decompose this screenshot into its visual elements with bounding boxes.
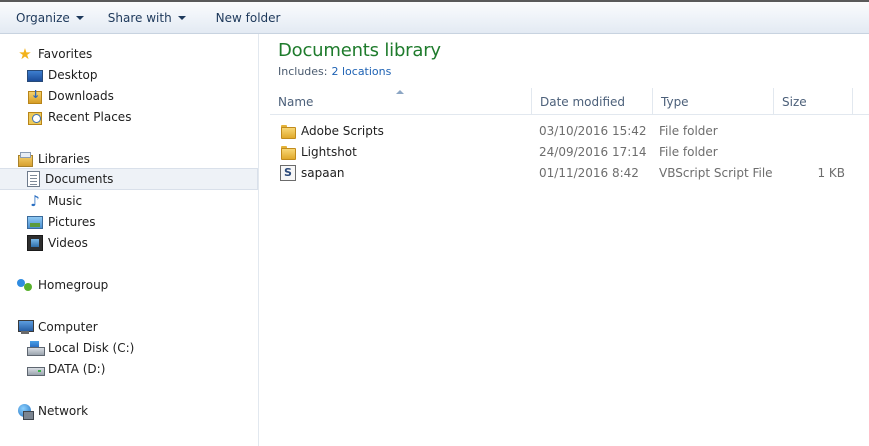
homegroup-icon	[17, 277, 33, 293]
libraries-icon	[17, 151, 33, 167]
nav-item-label: Recent Places	[48, 109, 132, 124]
column-header-type[interactable]: Type	[653, 88, 774, 115]
column-header-row: Name Date modified Type Size	[270, 88, 869, 115]
nav-item-videos[interactable]: Videos	[27, 232, 88, 253]
nav-item-label: Videos	[48, 235, 88, 250]
locations-link[interactable]: 2 locations	[331, 65, 391, 78]
nav-item-label: Documents	[45, 172, 114, 186]
column-type-label: Type	[661, 94, 689, 109]
network-icon	[17, 403, 34, 420]
file-name: Adobe Scripts	[301, 123, 384, 138]
new-folder-button[interactable]: New folder	[206, 5, 291, 31]
nav-computer[interactable]: Computer	[17, 316, 98, 337]
column-date-label: Date modified	[540, 94, 626, 109]
column-header-date-modified[interactable]: Date modified	[532, 88, 653, 115]
nav-item-label: Local Disk (C:)	[48, 340, 135, 355]
page-title: Documents library	[278, 40, 441, 61]
organize-label: Organize	[16, 10, 70, 25]
library-header: Documents library Includes: 2 locations	[278, 40, 441, 78]
file-name-cell: sapaan	[280, 162, 345, 183]
nav-item-documents[interactable]: Documents	[0, 168, 258, 190]
column-header-size[interactable]: Size	[774, 88, 853, 115]
nav-favorites-label: Favorites	[38, 46, 93, 61]
nav-item-downloads[interactable]: Downloads	[27, 85, 114, 106]
nav-computer-label: Computer	[38, 319, 98, 334]
documents-icon	[27, 171, 40, 187]
data-drive-icon	[27, 361, 45, 377]
file-name: Lightshot	[301, 144, 357, 159]
sort-ascending-icon	[396, 90, 404, 94]
nav-favorites[interactable]: ★ Favorites	[17, 43, 92, 64]
share-with-button[interactable]: Share with	[98, 5, 196, 31]
recent-places-icon	[27, 109, 43, 125]
local-disk-icon	[27, 340, 45, 356]
folder-icon	[280, 144, 296, 160]
desktop-icon	[27, 69, 43, 82]
pictures-icon	[27, 216, 43, 229]
column-size-label: Size	[782, 94, 807, 109]
nav-item-desktop[interactable]: Desktop	[27, 64, 98, 85]
file-name-cell: Lightshot	[280, 141, 357, 162]
nav-network-label: Network	[38, 403, 89, 418]
organize-button[interactable]: Organize	[6, 5, 94, 31]
nav-item-label: DATA (D:)	[48, 361, 106, 376]
nav-network[interactable]: Network	[17, 400, 88, 421]
nav-item-label: Music	[48, 193, 83, 208]
nav-item-data-drive[interactable]: DATA (D:)	[27, 358, 105, 379]
chevron-down-icon	[177, 15, 186, 20]
nav-item-label: Downloads	[48, 88, 114, 103]
folder-icon	[280, 123, 296, 139]
nav-libraries-label: Libraries	[38, 151, 90, 166]
nav-item-recent-places[interactable]: Recent Places	[27, 106, 131, 127]
music-icon: ♪	[30, 191, 40, 210]
file-date: 01/11/2016 8:42	[539, 165, 639, 180]
file-type: VBScript Script File	[659, 165, 773, 180]
nav-homegroup[interactable]: Homegroup	[17, 274, 108, 295]
chevron-down-icon	[75, 15, 84, 20]
library-includes: Includes: 2 locations	[278, 65, 441, 78]
nav-homegroup-label: Homegroup	[38, 277, 109, 292]
file-name: sapaan	[301, 165, 345, 180]
videos-icon	[27, 234, 43, 251]
vbscript-file-icon	[280, 164, 296, 181]
file-row[interactable]: Lightshot 24/09/2016 17:14 File folder	[270, 141, 869, 162]
nav-libraries[interactable]: Libraries	[17, 148, 90, 169]
file-date: 03/10/2016 15:42	[539, 123, 647, 138]
nav-item-local-disk[interactable]: Local Disk (C:)	[27, 337, 134, 358]
nav-item-pictures[interactable]: Pictures	[27, 211, 96, 232]
nav-item-music[interactable]: ♪ Music	[27, 190, 82, 211]
file-row[interactable]: sapaan 01/11/2016 8:42 VBScript Script F…	[270, 162, 869, 183]
nav-item-label: Desktop	[48, 67, 98, 82]
file-type: File folder	[659, 144, 718, 159]
includes-label: Includes:	[278, 65, 328, 78]
command-bar: Organize Share with New folder	[0, 0, 869, 34]
new-folder-label: New folder	[215, 10, 281, 25]
column-name-label: Name	[278, 94, 314, 109]
file-date: 24/09/2016 17:14	[539, 144, 647, 159]
share-with-label: Share with	[107, 10, 172, 25]
file-size: 1 KB	[817, 165, 845, 180]
star-icon: ★	[18, 44, 32, 63]
nav-item-label: Pictures	[48, 214, 96, 229]
file-row[interactable]: Adobe Scripts 03/10/2016 15:42 File fold…	[270, 120, 869, 141]
computer-icon	[17, 319, 34, 335]
file-type: File folder	[659, 123, 718, 138]
file-name-cell: Adobe Scripts	[280, 120, 384, 141]
navigation-pane: ★ Favorites Desktop Downloads Recent Pla…	[0, 34, 259, 446]
downloads-icon	[27, 88, 43, 104]
